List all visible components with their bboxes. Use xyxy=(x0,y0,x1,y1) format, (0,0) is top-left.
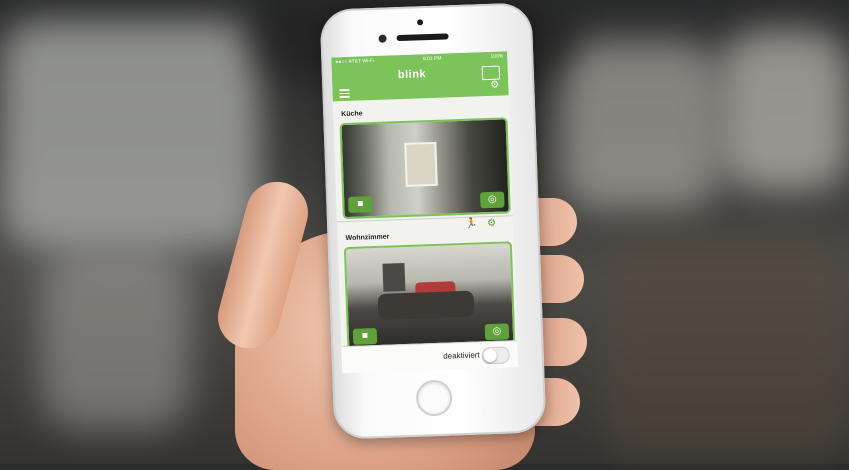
photo-camera-icon[interactable]: ◎ xyxy=(484,323,510,341)
battery-label: 100% xyxy=(490,53,504,60)
blur-patch xyxy=(720,30,849,190)
camera-tile-kueche[interactable]: ■ ◎ xyxy=(339,117,511,220)
blur-patch xyxy=(40,250,190,430)
blur-patch xyxy=(0,20,260,250)
video-camera-icon[interactable]: ■ xyxy=(348,196,373,213)
system-status-label: deaktiviert xyxy=(443,350,480,361)
camera-tile-wohnzimmer[interactable]: ■ ◎ xyxy=(343,241,516,352)
photo-camera-icon[interactable]: ◎ xyxy=(480,191,505,209)
carrier-label: ●●○○ AT&T Wi-Fi xyxy=(335,57,375,66)
sensor-icon xyxy=(378,34,387,43)
system-footer: deaktiviert xyxy=(341,340,519,374)
video-camera-icon[interactable]: ■ xyxy=(352,328,378,345)
front-camera-icon xyxy=(416,19,424,26)
app-screen: ●●○○ AT&T Wi-Fi 6:01 PM 100% blink ⚙ Küc… xyxy=(331,51,519,374)
toggle-knob xyxy=(483,348,497,363)
menu-icon[interactable] xyxy=(339,87,350,100)
bookshelf-image xyxy=(382,263,406,292)
app-title: blink xyxy=(397,68,427,82)
folder-icon[interactable] xyxy=(481,65,501,81)
door-image xyxy=(404,141,438,187)
motion-icon[interactable]: 🏃 xyxy=(465,218,478,229)
sofa-image xyxy=(377,290,475,320)
phone: ●●○○ AT&T Wi-Fi 6:01 PM 100% blink ⚙ Küc… xyxy=(319,2,547,440)
camera-name-wohnzimmer: Wohnzimmer xyxy=(345,233,390,243)
time-label: 6:01 PM xyxy=(422,55,442,63)
home-button[interactable] xyxy=(415,379,453,417)
system-toggle[interactable] xyxy=(481,346,511,365)
blur-patch xyxy=(560,40,720,210)
blur-patch xyxy=(600,230,849,460)
gear-icon[interactable]: ⚙ xyxy=(487,218,496,229)
speaker-grille xyxy=(396,33,449,42)
status-bar: ●●○○ AT&T Wi-Fi 6:01 PM 100% xyxy=(335,53,503,65)
gear-icon[interactable]: ⚙ xyxy=(490,80,499,91)
camera-name-kueche: Küche xyxy=(341,110,363,119)
app-header: ●●○○ AT&T Wi-Fi 6:01 PM 100% blink ⚙ xyxy=(331,51,509,102)
